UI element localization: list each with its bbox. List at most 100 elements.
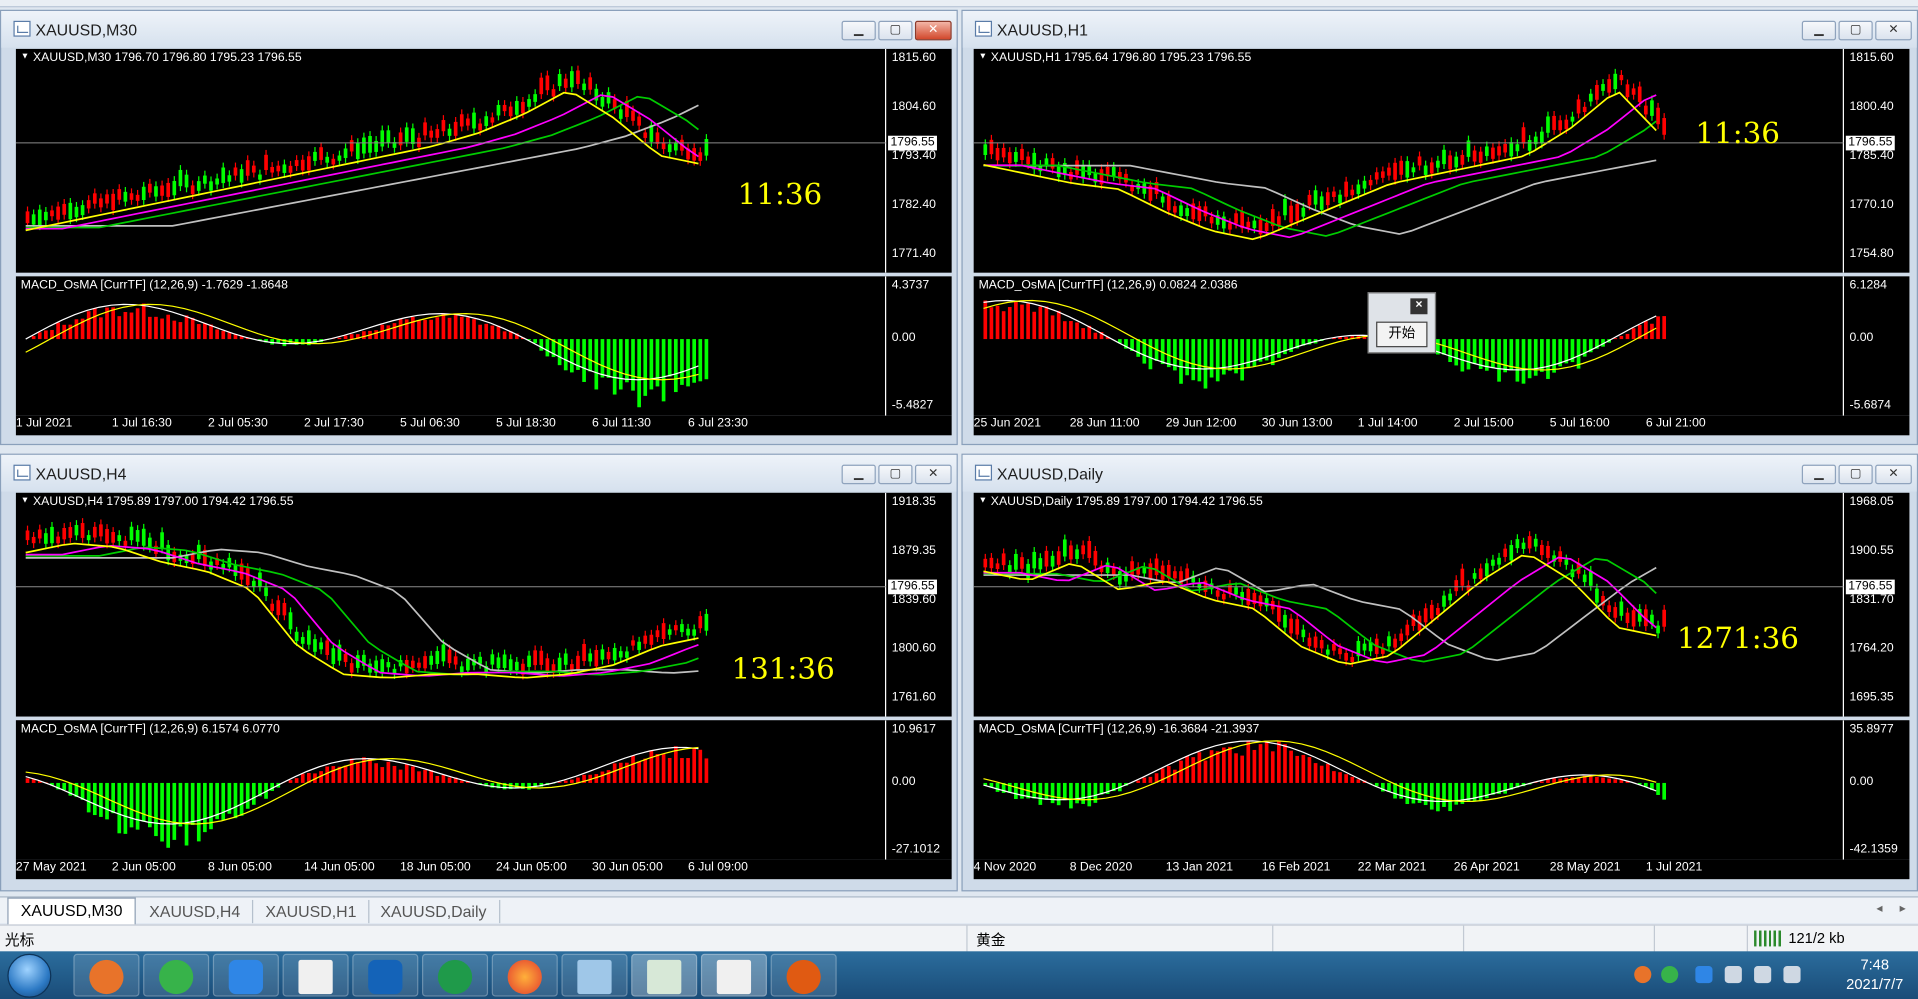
window-caption[interactable]: XAUUSD,H1 ▁ ▢ ✕: [962, 11, 1917, 48]
osma-bar: [1197, 339, 1202, 382]
taskbar-app-firefox[interactable]: [491, 953, 558, 997]
candle: [1338, 194, 1342, 204]
osma-bar: [631, 755, 635, 783]
osma-bar: [667, 757, 672, 783]
price-axis-tick: 1785.40: [1849, 149, 1894, 163]
taskbar-clock[interactable]: 7:48 2021/7/7: [1846, 955, 1903, 994]
minimize-button[interactable]: ▁: [841, 464, 876, 485]
taskbar-app-6[interactable]: [422, 953, 489, 997]
time-axis-tick: 22 Mar 2021: [1357, 860, 1427, 875]
window-caption[interactable]: XAUUSD,M30 ▁ ▢ ✕: [1, 11, 957, 48]
price-chart[interactable]: 1796.55 XAUUSD,H4 1795.89 1797.00 1794.42…: [15, 492, 952, 717]
tab-xauusd-h1[interactable]: XAUUSD,H1: [253, 899, 370, 924]
minimize-button[interactable]: ▁: [1801, 20, 1837, 41]
candle: [37, 209, 42, 226]
candle: [129, 193, 134, 200]
tab-scroll-right-icon[interactable]: ▸: [1900, 902, 1906, 915]
macd-chart[interactable]: MACD_OsMA [CurrTF] (12,26,9) -16.3684 -2…: [973, 720, 1910, 860]
tab-xauusd-m30[interactable]: XAUUSD,M30: [7, 897, 136, 925]
taskbar-app-4[interactable]: [282, 953, 349, 997]
candle: [1527, 140, 1532, 151]
current-price-tag: 1796.55: [1845, 579, 1895, 595]
time-axis: 27 May 2021 2 Jun 05:00 8 Jun 05:00 14 Jun …: [15, 859, 952, 880]
minimize-button[interactable]: ▁: [1801, 464, 1837, 485]
candle: [1368, 179, 1373, 186]
price-axis-tick: 1968.05: [1849, 495, 1894, 509]
tray-wechat-icon[interactable]: [1661, 965, 1679, 984]
osma-bar: [989, 307, 994, 340]
osma-bar: [1301, 754, 1306, 783]
osma-bar: [1454, 339, 1459, 366]
candle: [582, 83, 586, 91]
menu-triangle-icon[interactable]: ▼: [21, 496, 29, 505]
maximize-button[interactable]: ▢: [1838, 20, 1873, 41]
close-button[interactable]: ✕: [914, 20, 952, 41]
close-button[interactable]: ✕: [914, 464, 952, 485]
taskbar-app-10[interactable]: [700, 953, 767, 997]
candle: [1484, 146, 1489, 156]
start-orb-icon[interactable]: [7, 953, 52, 998]
candle: [1332, 643, 1336, 651]
minimize-button[interactable]: ▁: [841, 20, 876, 41]
popup-close-button[interactable]: ×: [1410, 298, 1428, 315]
macd-chart[interactable]: MACD_OsMA [CurrTF] (12,26,9) 6.1574 6.07…: [15, 720, 952, 860]
candle: [1631, 610, 1636, 627]
osma-bar: [135, 308, 140, 340]
app-green-icon: [437, 959, 473, 995]
osma-bar: [606, 770, 611, 783]
window-caption[interactable]: XAUUSD,Daily ▁ ▢ ✕: [962, 454, 1917, 492]
menu-triangle-icon[interactable]: ▼: [21, 53, 29, 62]
chart-window-m30[interactable]: XAUUSD,M30 ▁ ▢ ✕ 1796.55 XAUUSD,M30 1796.70 1…: [0, 9, 958, 446]
chart-window-h1[interactable]: XAUUSD,H1 ▁ ▢ ✕ 1796.55 XAUUSD,H1 1795.64 179…: [961, 9, 1918, 446]
taskbar-app-5[interactable]: [352, 953, 419, 997]
osma-bar: [1209, 339, 1214, 378]
close-button[interactable]: ✕: [1875, 20, 1912, 41]
window-caption[interactable]: XAUUSD,H4 ▁ ▢ ✕: [1, 454, 957, 492]
menu-triangle-icon[interactable]: ▼: [979, 53, 987, 62]
taskbar-app-9[interactable]: [631, 953, 698, 997]
taskbar-app-11[interactable]: [770, 953, 837, 997]
maximize-button[interactable]: ▢: [878, 464, 913, 485]
close-button[interactable]: ✕: [1875, 464, 1912, 485]
candle: [349, 140, 354, 152]
macd-chart[interactable]: MACD_OsMA [CurrTF] (12,26,9) -1.7629 -1.…: [15, 276, 952, 416]
candle: [1105, 562, 1110, 574]
app-doc2-icon: [716, 959, 752, 995]
chart-window-daily[interactable]: XAUUSD,Daily ▁ ▢ ✕ 1796.55 XAUUSD,Daily 1795.…: [961, 453, 1918, 892]
osma-bar: [374, 763, 378, 783]
taskbar-app-1[interactable]: [73, 953, 140, 997]
candle: [343, 653, 348, 663]
candle: [1405, 161, 1410, 178]
taskbar-app-3[interactable]: [212, 953, 279, 997]
price-chart[interactable]: 1796.55 XAUUSD,M30 1796.70 1796.80 1795.2…: [15, 48, 952, 273]
osma-bar: [410, 316, 415, 340]
tab-scroll-left-icon[interactable]: ◂: [1876, 902, 1882, 915]
macd-chart[interactable]: MACD_OsMA [CurrTF] (12,26,9) 0.0824 2.03…: [973, 276, 1910, 416]
candle: [44, 211, 48, 221]
popup-start-button[interactable]: 开始: [1376, 321, 1428, 348]
taskbar-app-8[interactable]: [561, 953, 628, 997]
osma-bar: [594, 339, 599, 390]
price-chart[interactable]: 1796.55 XAUUSD,Daily 1795.89 1797.00 1794…: [973, 492, 1910, 717]
tab-xauusd-h4[interactable]: XAUUSD,H4: [137, 899, 254, 924]
taskbar-app-wechat[interactable]: [143, 953, 210, 997]
window-title: XAUUSD,H1: [996, 20, 1088, 40]
tray-blue-icon[interactable]: [1695, 965, 1713, 984]
candle: [1454, 580, 1459, 592]
chart-window-h4[interactable]: XAUUSD,H4 ▁ ▢ ✕ 1796.55 XAUUSD,H4 1795.89 179…: [0, 453, 958, 892]
tray-network-icon[interactable]: [1724, 965, 1742, 984]
price-header: XAUUSD,M30 1796.70 1796.80 1795.23 1796.…: [33, 51, 302, 65]
candle: [148, 183, 152, 193]
price-chart[interactable]: 1796.55 XAUUSD,H1 1795.64 1796.80 1795.23…: [973, 48, 1910, 273]
candle: [983, 558, 988, 568]
maximize-button[interactable]: ▢: [878, 20, 913, 41]
maximize-button[interactable]: ▢: [1838, 464, 1873, 485]
macd-header: MACD_OsMA [CurrTF] (12,26,9) -1.7629 -1.…: [20, 278, 288, 293]
tray-orange-icon[interactable]: [1634, 965, 1652, 984]
tray-signal-icon[interactable]: [1783, 965, 1801, 984]
osma-bar: [1221, 747, 1226, 783]
menu-triangle-icon[interactable]: ▼: [979, 496, 987, 505]
tray-volume-icon[interactable]: [1754, 965, 1772, 984]
tab-xauusd-daily[interactable]: XAUUSD,Daily: [368, 899, 500, 924]
candle: [1289, 205, 1293, 223]
